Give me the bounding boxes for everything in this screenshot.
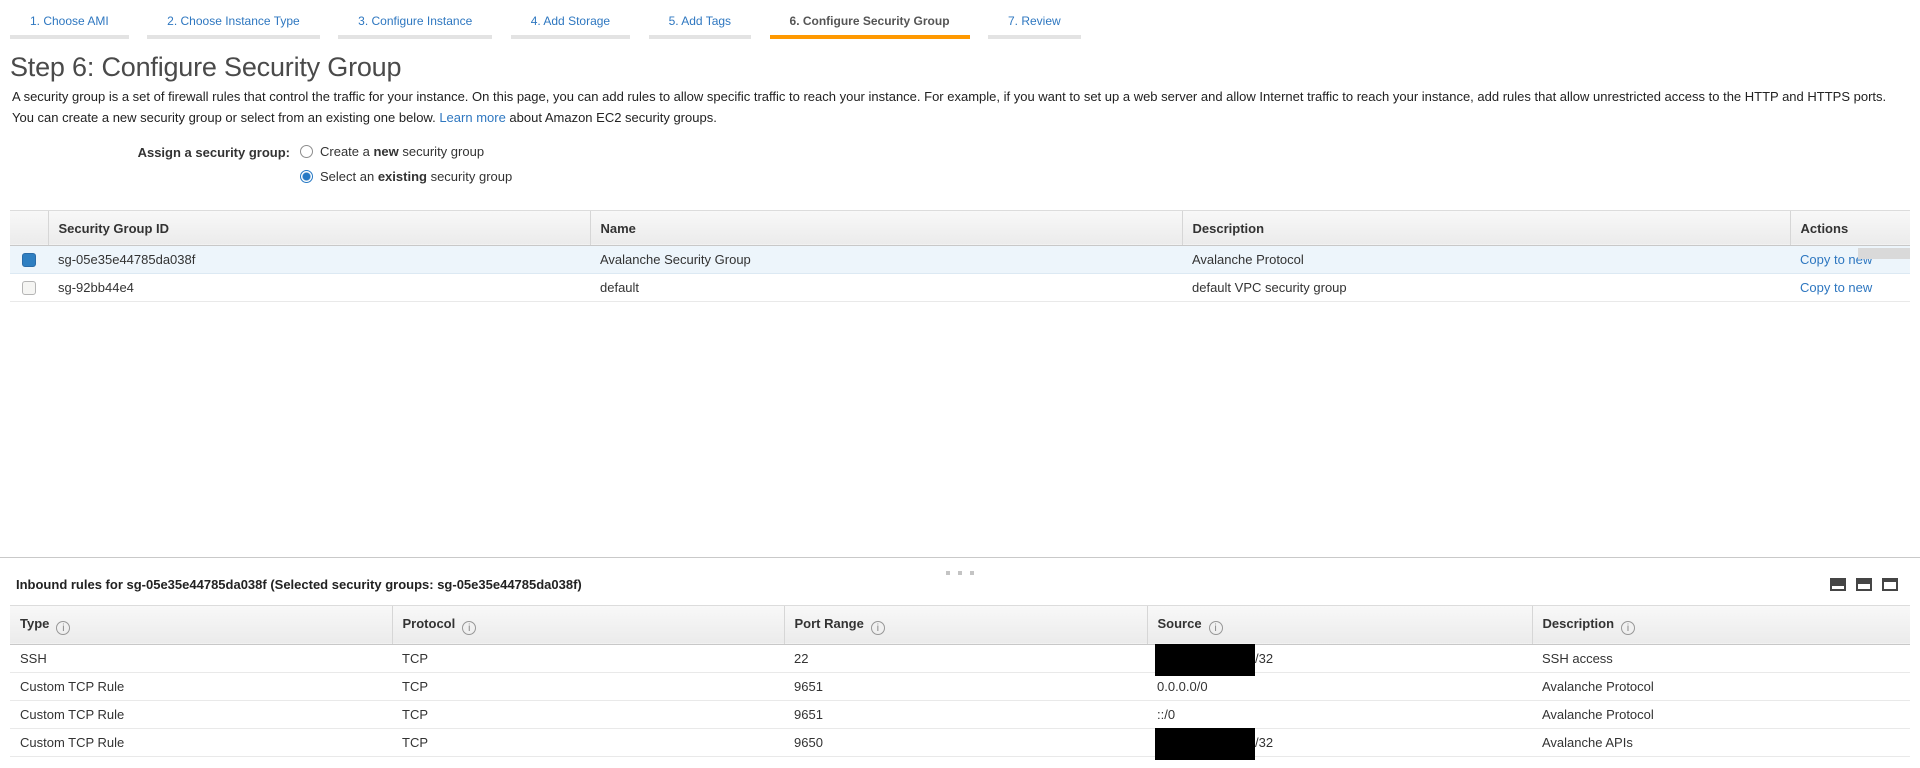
tab-choose-instance-type[interactable]: 2. Choose Instance Type [147,8,320,39]
rule-source: 0.0.0.0/0 [1147,673,1532,701]
rule-source: /32 [1147,729,1532,757]
security-group-row[interactable]: sg-05e35e44785da038f Avalanche Security … [10,245,1910,273]
rule-port-range: 9650 [784,729,1147,757]
redacted-source [1155,728,1255,760]
info-icon[interactable]: i [871,621,885,635]
view-cozy-icon[interactable] [1856,578,1872,591]
rule-type: Custom TCP Rule [10,673,392,701]
description-text: A security group is a set of firewall ru… [12,89,1886,125]
security-group-description: default VPC security group [1182,273,1790,301]
inbound-rule-row: Custom TCP Rule TCP 9650 /32 Avalanche A… [10,729,1910,757]
header-protocol: Protocoli [392,605,784,645]
rule-type: Custom TCP Rule [10,701,392,729]
learn-more-link[interactable]: Learn more [439,110,505,125]
rule-port-range: 22 [784,645,1147,673]
view-comfortable-icon[interactable] [1882,578,1898,591]
wizard-tabbar: 1. Choose AMI 2. Choose Instance Type 3.… [0,0,1920,39]
assign-security-group-section: Assign a security group: Create a new se… [0,144,1920,194]
inbound-rule-row: Custom TCP Rule TCP 9651 0.0.0.0/0 Avala… [10,673,1910,701]
option-select-existing-security-group[interactable]: Select an existing security group [300,169,512,184]
rule-port-range: 9651 [784,701,1147,729]
tab-configure-instance[interactable]: 3. Configure Instance [338,8,492,39]
header-port-range: Port Rangei [784,605,1147,645]
page-title: Step 6: Configure Security Group [10,52,1920,83]
security-group-name: Avalanche Security Group [590,245,1182,273]
scrollbar[interactable] [1858,248,1910,259]
rule-description: SSH access [1532,645,1910,673]
inbound-rule-row: Custom TCP Rule TCP 9651 ::/0 Avalanche … [10,701,1910,729]
option-create-new-security-group[interactable]: Create a new security group [300,144,512,159]
rule-description: Avalanche Protocol [1532,673,1910,701]
security-groups-table-section: Security Group ID Name Description Actio… [10,210,1910,557]
header-actions: Actions [1790,210,1910,245]
header-description: Descriptioni [1532,605,1910,645]
tab-add-storage[interactable]: 4. Add Storage [511,8,630,39]
tab-choose-ami[interactable]: 1. Choose AMI [10,8,129,39]
rule-protocol: TCP [392,673,784,701]
rule-description: Avalanche APIs [1532,729,1910,757]
inbound-rule-row: SSH TCP 22 /32 SSH access [10,645,1910,673]
header-source: Sourcei [1147,605,1532,645]
view-compact-icon[interactable] [1830,578,1846,591]
copy-to-new-link[interactable]: Copy to new [1800,280,1872,295]
rule-source: ::/0 [1147,701,1532,729]
security-group-id: sg-92bb44e4 [48,273,590,301]
security-group-name: default [590,273,1182,301]
header-checkbox-column [10,210,48,245]
header-security-group-id: Security Group ID [48,210,590,245]
security-group-description: Avalanche Protocol [1182,245,1790,273]
option-label: Create a new security group [320,144,484,159]
checkbox-checked[interactable] [22,253,36,267]
view-size-toggle [1830,578,1898,591]
header-type: Typei [10,605,392,645]
security-groups-table: Security Group ID Name Description Actio… [10,210,1910,302]
radio-select-existing[interactable] [300,170,313,183]
rule-protocol: TCP [392,729,784,757]
security-group-id: sg-05e35e44785da038f [48,245,590,273]
option-label: Select an existing security group [320,169,512,184]
info-icon[interactable]: i [56,621,70,635]
info-icon[interactable]: i [1209,621,1223,635]
rule-description: Avalanche Protocol [1532,701,1910,729]
tab-review[interactable]: 7. Review [988,8,1081,39]
rule-protocol: TCP [392,701,784,729]
rule-type: SSH [10,645,392,673]
rule-type: Custom TCP Rule [10,729,392,757]
rule-port-range: 9651 [784,673,1147,701]
drag-dots-icon [942,562,978,580]
panel-resize-handle[interactable] [0,557,1920,571]
tab-add-tags[interactable]: 5. Add Tags [649,8,752,39]
checkbox-unchecked[interactable] [22,281,36,295]
assign-security-group-label: Assign a security group: [0,144,300,194]
security-group-row[interactable]: sg-92bb44e4 default default VPC security… [10,273,1910,301]
description-text-after: about Amazon EC2 security groups. [506,110,717,125]
info-icon[interactable]: i [1621,621,1635,635]
redacted-source [1155,644,1255,676]
page-description: A security group is a set of firewall ru… [12,86,1908,129]
tab-configure-security-group[interactable]: 6. Configure Security Group [770,8,970,39]
rule-protocol: TCP [392,645,784,673]
radio-create-new[interactable] [300,145,313,158]
header-name: Name [590,210,1182,245]
inbound-rules-title: Inbound rules for sg-05e35e44785da038f (… [16,577,582,592]
info-icon[interactable]: i [462,621,476,635]
header-description: Description [1182,210,1790,245]
rule-source: /32 [1147,645,1532,673]
inbound-rules-table: Typei Protocoli Port Rangei Sourcei Desc… [10,605,1910,758]
